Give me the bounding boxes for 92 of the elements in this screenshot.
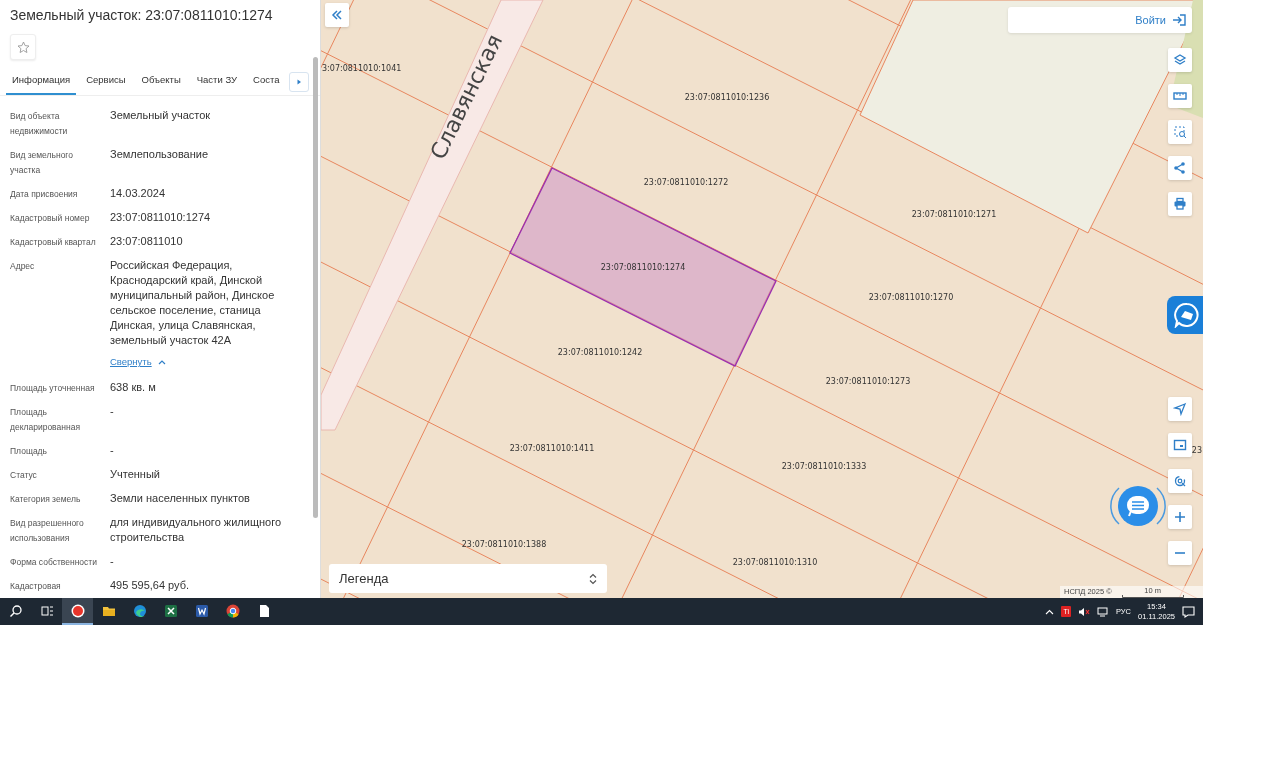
field-label: Площадь уточненная [10,382,96,396]
tab[interactable]: Соста [247,69,286,96]
field-label: Площадь [10,445,48,459]
chevron-up-icon [1045,608,1055,615]
legend-select[interactable]: Легенда [329,564,607,593]
network-icon [1097,606,1109,617]
search-icon [8,603,23,618]
layers-icon [1173,53,1187,67]
field-value: Земельный участок [110,108,211,124]
caret-icon [296,79,303,86]
tab[interactable]: Сервисы [80,69,132,96]
parcel-label[interactable]: 3:07:0811010:1041 [322,64,402,73]
browser-icon [225,603,240,618]
parcel-label[interactable]: 23:07:0811010:1274 [600,263,686,272]
field-value: 23:07:0811010:1274 [110,210,211,226]
feedback-button[interactable] [1167,296,1203,334]
field-label: Статус [10,469,38,483]
layers-button[interactable] [1168,48,1192,72]
field-label: Кадастровый номер [10,212,91,226]
share-icon [1173,161,1187,175]
scrollbar-thumb[interactable] [313,57,318,518]
tab[interactable]: Информация [6,69,77,96]
field-label: Категория земель [10,493,82,507]
login-icon [1172,14,1186,26]
share-button[interactable] [1168,156,1192,180]
scale-bar-icon [1121,594,1184,598]
field-value: для индивидуального жилищного строительства [110,515,282,546]
minimap-button[interactable] [1168,433,1192,457]
parcel-label[interactable]: 23:07:0811010:1272 [643,178,729,187]
parcel-label[interactable]: 23:07:0811010:1236 [684,93,770,102]
document-icon [194,603,209,618]
field-label: Кадастровый квартал [10,236,97,250]
parcel-label[interactable]: 23 [1191,446,1202,455]
sort-icon [589,572,597,585]
location-search-button[interactable] [1168,469,1192,493]
field-value: Земли населенных пунктов [110,491,250,507]
field-value: - [110,443,114,459]
field-label: Адрес [10,260,36,274]
area-search-icon [1173,125,1187,139]
parcel-label[interactable]: 23:07:0811010:1271 [911,210,997,219]
speaker-muted-icon [1078,606,1090,617]
selected-parcel[interactable] [509,167,777,367]
field-value: 23:07:0811010 [110,234,183,250]
parcel-label[interactable]: 23:07:0811010:1411 [509,444,595,453]
zoom-in-icon [1173,510,1187,524]
area-select-button[interactable] [1168,120,1192,144]
browser-icon [132,603,147,618]
print-button[interactable] [1168,192,1192,216]
parcel-label[interactable]: 23:07:0811010:1273 [825,377,911,386]
parcel-label[interactable]: 23:07:0811010:1242 [557,348,643,357]
spreadsheet-icon [163,603,178,618]
navigation-icon [1173,402,1187,416]
panel-title: Земельный участок: 23:07:0811010:1274 [9,6,274,25]
measure-button[interactable] [1168,84,1192,108]
field-label: Кадастровая [10,580,62,594]
taskbar-app[interactable] [62,598,93,625]
field-value: 638 кв. м [110,380,156,396]
parcel-label[interactable]: 23:07:0811010:1310 [732,558,818,567]
tab[interactable]: Части ЗУ [190,69,244,96]
zoom-out-button[interactable] [1168,541,1192,565]
parcel-label[interactable]: 23:07:0811010:1388 [461,540,547,549]
field-label: Площадь декларированная [10,406,81,435]
field-value: 495 595,64 руб. [110,578,190,594]
location-search-icon [1173,474,1187,488]
speech-bubble-icon [1174,302,1200,328]
field-label: Дата присвоения [10,188,79,202]
field-label: Вид земельного участка [10,149,74,178]
field-value: Учтенный [110,467,160,483]
ruler-icon [1173,89,1187,103]
field-value: Землепользование [110,147,209,163]
chevron-icon [157,359,166,366]
parcel-label[interactable]: 23:07:0811010:1333 [781,462,867,471]
login-button[interactable]: Войти [1008,7,1192,33]
double-chevron-icon [331,10,343,20]
field-value: Российская Федерация, Краснодарский край, Динской муниципальный район, Динское сельское поселение, станица Динская, улица Славянская, земельный участок 42А [110,258,276,349]
field-value: - [110,404,114,420]
field-value: 14.03.2024 [110,186,166,202]
field-label: Форма собственности [10,556,98,570]
task-view-icon [39,603,54,618]
field-value: - [110,554,114,570]
zoom-in-button[interactable] [1168,505,1192,529]
collapse-link[interactable]: Свернуть [110,353,166,370]
notification-icon [1182,605,1195,618]
minimap-icon [1173,438,1187,452]
field-label: Вид объекта недвижимости [10,110,69,139]
tab[interactable]: Объекты [135,69,187,96]
field-label: Вид разрешенного использования [10,517,85,546]
printer-icon [1173,197,1187,211]
locate-button[interactable] [1168,397,1192,421]
collapse-button[interactable] [325,3,349,27]
parcel-label[interactable]: 23:07:0811010:1270 [868,293,954,302]
browser-icon [70,603,85,618]
